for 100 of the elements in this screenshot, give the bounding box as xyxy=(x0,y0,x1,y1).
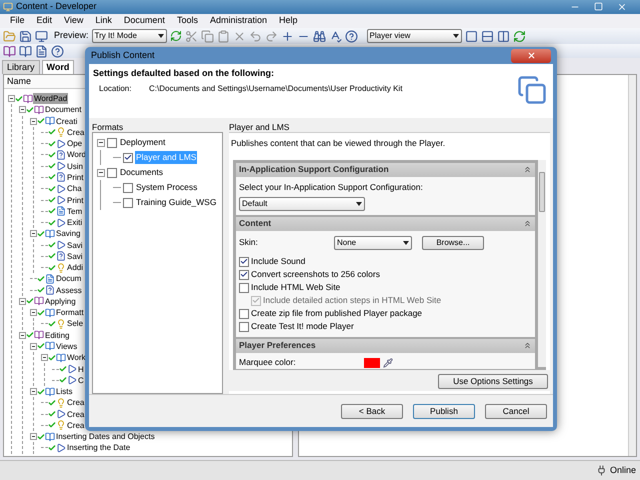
outline-item[interactable]: Lists xyxy=(55,386,74,398)
menu-item[interactable]: Administration xyxy=(210,14,267,28)
book-icon[interactable] xyxy=(3,44,16,58)
document-icon[interactable] xyxy=(35,44,48,58)
outline-item[interactable]: Inserting Dates and Objects xyxy=(55,431,156,442)
refresh-icon[interactable] xyxy=(170,30,182,42)
collapse-toggle[interactable] xyxy=(97,138,105,146)
dropdown-arrow-icon[interactable] xyxy=(452,34,459,38)
format-item[interactable]: Documents xyxy=(119,166,164,179)
outline-item[interactable]: Usin xyxy=(66,160,84,172)
outline-item[interactable]: Work xyxy=(66,352,87,364)
maximize-icon[interactable] xyxy=(594,2,603,11)
section-header[interactable]: In-Application Support Configuration xyxy=(236,162,535,177)
format-item[interactable]: Training Guide_WSG xyxy=(135,196,218,209)
eyedropper-icon[interactable] xyxy=(383,358,393,368)
outline-item[interactable]: Print xyxy=(66,194,84,206)
collapse-icon[interactable] xyxy=(523,341,532,350)
outline-item[interactable]: Crea xyxy=(66,126,86,138)
monitor-icon[interactable] xyxy=(35,30,48,42)
format-item[interactable]: System Process xyxy=(135,181,198,194)
outline-item[interactable]: WordPad xyxy=(33,93,68,104)
expand-icon[interactable] xyxy=(280,30,294,42)
collapse-toggle[interactable] xyxy=(97,168,105,176)
undo-icon[interactable] xyxy=(248,30,262,42)
redo-icon[interactable] xyxy=(264,30,278,42)
checkbox[interactable] xyxy=(107,138,117,148)
outline-item[interactable]: Document xyxy=(44,104,82,116)
collapse-toggle[interactable] xyxy=(30,230,37,238)
outline-item[interactable]: Print xyxy=(66,172,84,183)
outline-item[interactable]: Crea xyxy=(66,397,86,408)
collapse-icon[interactable] xyxy=(523,165,532,174)
outline-item[interactable]: Tem xyxy=(66,206,84,217)
preview-dropdown[interactable]: Try It! Mode xyxy=(92,29,167,43)
scrollbar[interactable] xyxy=(538,160,546,367)
refresh-icon[interactable] xyxy=(512,30,526,42)
dropdown-arrow-icon[interactable] xyxy=(356,202,362,206)
copy-icon[interactable] xyxy=(200,30,214,42)
format-item[interactable]: Deployment xyxy=(119,136,166,149)
outline-item[interactable]: Applying xyxy=(44,296,77,307)
outline-item[interactable]: Ope xyxy=(66,138,84,150)
outline-item[interactable]: Savi xyxy=(66,250,84,262)
menu-item[interactable]: Tools xyxy=(176,14,198,28)
browse-button[interactable]: Browse... xyxy=(422,236,484,250)
paste-icon[interactable] xyxy=(216,30,230,42)
outline-item[interactable]: H xyxy=(77,364,85,374)
skin-dropdown[interactable]: None xyxy=(334,236,412,250)
spellcheck-icon[interactable] xyxy=(328,30,342,42)
checkbox[interactable] xyxy=(123,182,133,192)
scrollbar-thumb[interactable] xyxy=(539,172,545,212)
columns-icon[interactable] xyxy=(496,30,510,42)
outline-item[interactable]: Crea xyxy=(66,408,86,420)
menu-item[interactable]: Document xyxy=(124,14,165,28)
use-options-button[interactable]: Use Options Settings xyxy=(438,374,548,389)
outline-item[interactable]: Savi xyxy=(66,240,84,251)
outline-item[interactable]: Addi xyxy=(66,262,84,274)
outline-item[interactable]: Views xyxy=(55,340,78,352)
save-icon[interactable] xyxy=(19,30,32,42)
menu-item[interactable]: File xyxy=(10,14,25,28)
outline-item[interactable]: Docum xyxy=(55,273,82,284)
tab[interactable]: Word xyxy=(42,60,74,74)
close-button[interactable] xyxy=(511,48,551,62)
section-header[interactable]: Content xyxy=(236,216,535,230)
dropdown-arrow-icon[interactable] xyxy=(158,34,164,38)
cut-icon[interactable] xyxy=(184,30,198,42)
binoculars-icon[interactable] xyxy=(312,30,326,42)
scrollbar[interactable] xyxy=(628,75,636,456)
collapse-toggle[interactable] xyxy=(30,433,37,440)
menu-item[interactable]: Help xyxy=(278,14,298,28)
checkbox[interactable] xyxy=(107,168,117,178)
outline-item[interactable]: Exiti xyxy=(66,217,84,228)
outline-item[interactable]: Editing xyxy=(44,330,70,341)
close-icon[interactable] xyxy=(526,51,536,60)
menu-item[interactable]: Edit xyxy=(36,14,52,28)
close-icon[interactable] xyxy=(617,2,627,12)
help-icon[interactable] xyxy=(51,44,64,58)
dialog-button[interactable]: Cancel xyxy=(485,404,547,418)
checkbox[interactable] xyxy=(123,152,133,162)
outline-item[interactable]: Assess xyxy=(55,284,83,296)
outline-item[interactable]: Saving xyxy=(55,228,82,240)
checkbox[interactable] xyxy=(239,282,249,292)
collapse-icon[interactable] xyxy=(523,219,532,228)
outline-item[interactable]: Creati xyxy=(55,116,78,127)
outline-item[interactable]: Formatt xyxy=(55,307,85,318)
outline-item[interactable]: Sele xyxy=(66,318,84,330)
color-swatch[interactable] xyxy=(364,358,380,368)
checkbox[interactable] xyxy=(123,198,133,208)
outline-item[interactable]: Crea xyxy=(66,420,86,431)
collapse-toggle[interactable] xyxy=(30,388,37,396)
outline-item[interactable]: Inserting the Date xyxy=(66,442,132,454)
dialog-button[interactable]: Publish xyxy=(413,404,475,418)
checkbox[interactable] xyxy=(239,308,249,318)
checkbox[interactable] xyxy=(239,270,249,280)
dropdown-arrow-icon[interactable] xyxy=(403,240,409,244)
help-icon[interactable] xyxy=(344,30,358,42)
book-icon[interactable] xyxy=(19,44,32,58)
dialog-button[interactable]: < Back xyxy=(341,404,403,418)
checkbox[interactable] xyxy=(239,256,249,266)
view-dropdown[interactable]: Player view xyxy=(366,29,462,43)
layout-icon[interactable] xyxy=(464,30,478,42)
section-header[interactable]: Player Preferences xyxy=(236,338,535,352)
